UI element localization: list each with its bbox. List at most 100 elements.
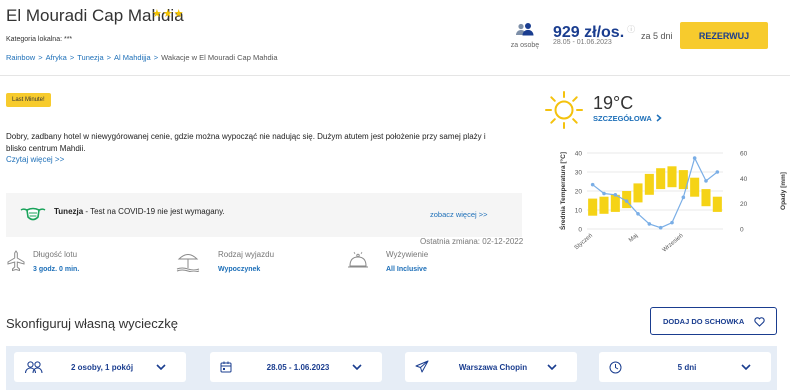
chevron-right-icon xyxy=(656,114,662,122)
dates-select[interactable]: 28.05 - 1.06.2023 xyxy=(210,352,382,382)
clock-icon xyxy=(609,361,622,373)
temperature-bar xyxy=(656,168,666,190)
y-axis-label: Średnia Temperatura [°C] xyxy=(558,152,567,230)
airport-value: Warszawa Chopin xyxy=(458,362,528,372)
heart-icon xyxy=(754,317,765,327)
precipitation-point xyxy=(715,170,720,174)
header-divider xyxy=(0,75,790,76)
airplane-icon xyxy=(7,250,25,272)
departure-airport-select[interactable]: Warszawa Chopin xyxy=(405,352,577,382)
y2-tick-label: 40 xyxy=(740,176,748,183)
precipitation-point xyxy=(590,182,595,187)
weather-details-link[interactable]: SZCZEGÓŁOWA xyxy=(593,114,662,123)
covid-text: Tunezja - Test na COVID-19 nie jest wyma… xyxy=(54,207,225,216)
precipitation-point xyxy=(658,225,663,230)
y2-tick-label: 20 xyxy=(740,201,748,208)
last-change-date: Ostatnia zmiana: 02-12-2022 xyxy=(420,237,524,246)
temperature-bar xyxy=(667,166,677,188)
y-tick-label: 0 xyxy=(578,227,582,234)
face-mask-icon xyxy=(20,207,46,221)
temperature-bar xyxy=(633,183,643,203)
precipitation-point xyxy=(704,179,708,183)
y-tick-label: 20 xyxy=(575,189,583,196)
feature-value: Wypoczynek xyxy=(218,266,261,273)
people-icon xyxy=(25,360,43,373)
x-tick-label: Maj xyxy=(628,233,639,244)
add-to-favorites-button[interactable]: DODAJ DO SCHOWKA xyxy=(650,307,777,335)
beach-umbrella-icon xyxy=(176,254,200,272)
temperature-bar xyxy=(644,173,654,195)
covid-info-box: Tunezja - Test na COVID-19 nie jest wyma… xyxy=(6,193,522,237)
travelers-value: 2 osoby, 1 pokój xyxy=(70,362,134,372)
breadcrumb-item[interactable]: Tunezja xyxy=(77,53,103,62)
airplane-icon xyxy=(415,360,429,373)
book-button[interactable]: REZERWUJ xyxy=(680,22,768,49)
covid-more-link[interactable]: zobacz więcej >> xyxy=(430,210,488,219)
chevron-down-icon xyxy=(156,364,166,370)
precipitation-point xyxy=(613,193,618,197)
persons-label: za osobę xyxy=(510,42,540,49)
x-tick-label: Styczeń xyxy=(574,233,594,251)
hotel-description: Dobry, zadbany hotel w niewygórowanej ce… xyxy=(6,132,486,153)
breadcrumb-item[interactable]: Al Mahdijja xyxy=(114,53,151,62)
y2-tick-label: 60 xyxy=(740,151,748,158)
covid-country: Tunezja xyxy=(54,207,84,216)
y-tick-label: 10 xyxy=(575,208,583,215)
x-tick-label: Wrzesień xyxy=(662,233,685,254)
breadcrumb-current: Wakacje w El Mouradi Cap Mahdia xyxy=(161,53,278,62)
temperature-bar xyxy=(690,177,700,197)
precipitation-point xyxy=(647,222,652,226)
people-icon xyxy=(516,23,534,36)
breadcrumb-item[interactable]: Rainbow xyxy=(6,53,35,62)
precipitation-point xyxy=(624,199,629,203)
last-minute-badge: Last Minute! xyxy=(6,93,51,107)
cloche-icon xyxy=(348,251,368,268)
climate-chart: 0 10 20 30 40 0 20 40 60 Styczeń Maj Wrzesień Średni… xyxy=(558,151,787,254)
feature-value: All Inclusive xyxy=(386,266,427,273)
precipitation-point xyxy=(636,212,640,216)
y-tick-label: 40 xyxy=(575,151,583,158)
feature-label: Wyżywienie xyxy=(386,250,429,259)
chevron-down-icon xyxy=(547,364,557,370)
breadcrumb-separator: > xyxy=(106,53,112,62)
add-to-favorites-label: DODAJ DO SCHOWKA xyxy=(663,316,745,326)
chevron-down-icon xyxy=(741,364,751,370)
precipitation-point xyxy=(602,191,606,196)
feature-label: Rodzaj wyjazdu xyxy=(218,250,275,259)
travelers-select[interactable]: 2 osoby, 1 pokój xyxy=(14,352,186,382)
dates-value: 28.05 - 1.06.2023 xyxy=(266,362,330,372)
info-icon[interactable]: ⓘ xyxy=(627,25,635,34)
covid-message: - Test na COVID-19 nie jest wymagany. xyxy=(83,207,225,216)
temperature-bar xyxy=(701,189,711,207)
price-dates: 28.05 - 01.06.2023 xyxy=(553,39,612,46)
hotel-category: Kategoria lokalna: *** xyxy=(6,36,73,43)
breadcrumb-separator: > xyxy=(153,53,159,62)
y-tick-label: 30 xyxy=(575,170,583,177)
persons-indicator: za osobę xyxy=(504,23,546,49)
breadcrumb-separator: > xyxy=(38,53,43,62)
chevron-down-icon xyxy=(352,364,362,370)
feature-value: 3 godz. 0 min. xyxy=(33,266,80,273)
configurator-title: Skonfiguruj własną wycieczkę xyxy=(6,316,178,331)
calendar-icon xyxy=(220,361,232,373)
sun-icon xyxy=(545,91,583,129)
duration-value: 5 dni xyxy=(677,362,697,372)
read-more-link[interactable]: Czytaj więcej >> xyxy=(6,155,64,164)
breadcrumb: Rainbow > Afryka > Tunezja > Al Mahdijja > Wakac… xyxy=(6,53,278,62)
temperature-bar xyxy=(599,196,609,214)
y2-tick-label: 0 xyxy=(740,227,744,234)
stay-length: za 5 dni xyxy=(641,31,673,41)
breadcrumb-item[interactable]: Afryka xyxy=(46,53,67,62)
feature-label: Długość lotu xyxy=(33,250,78,259)
duration-select[interactable]: 5 dni xyxy=(599,352,771,382)
weather-temperature: 19°C xyxy=(593,93,634,113)
precipitation-point xyxy=(670,220,674,225)
hotel-stars: ★★★ xyxy=(152,8,185,20)
temperature-bar xyxy=(712,196,722,212)
precipitation-point xyxy=(692,156,697,160)
temperature-bar xyxy=(610,194,620,212)
y2-axis-label: Opady [mm] xyxy=(780,172,787,210)
temperature-bar xyxy=(588,198,598,216)
breadcrumb-separator: > xyxy=(69,53,75,62)
precipitation-point xyxy=(681,195,686,200)
